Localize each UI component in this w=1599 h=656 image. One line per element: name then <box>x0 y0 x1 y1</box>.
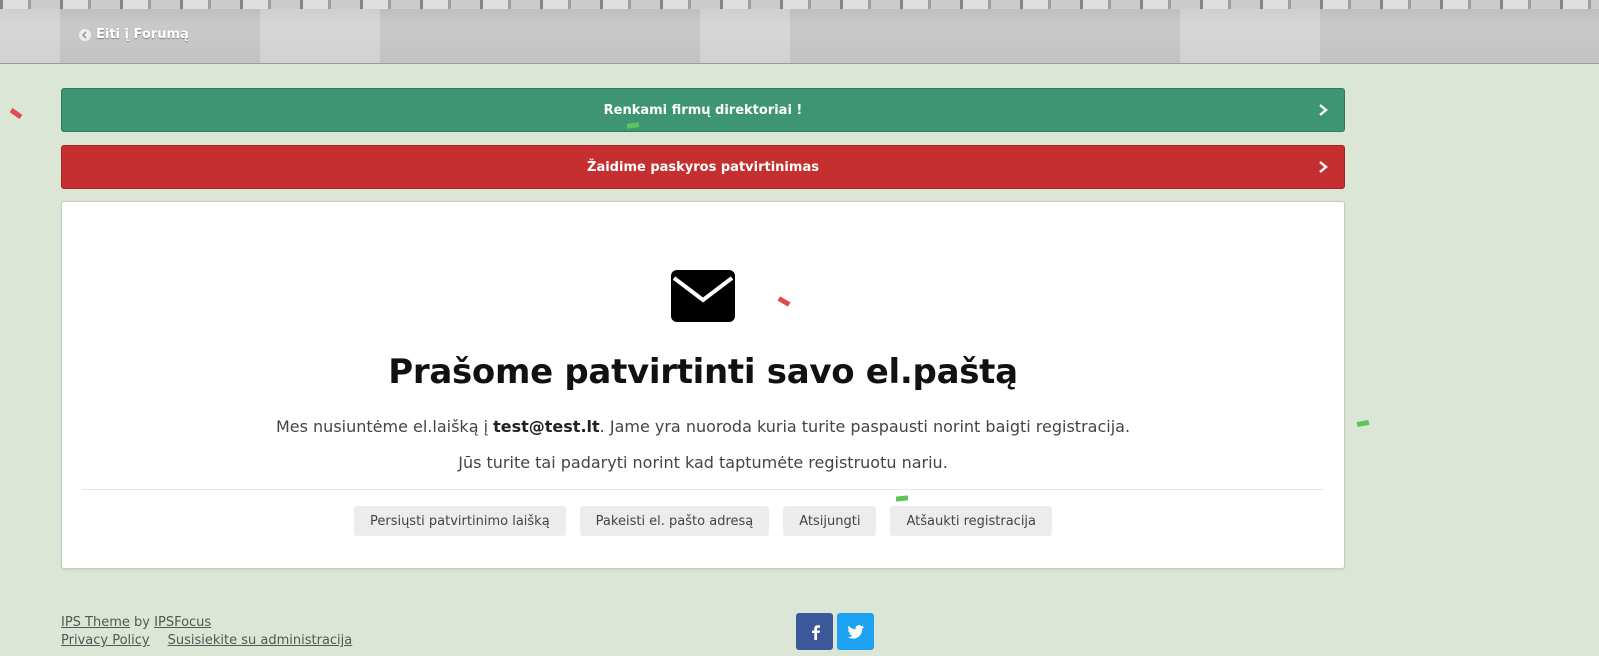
privacy-policy-link[interactable]: Privacy Policy <box>61 633 150 648</box>
announcement-banner-directors[interactable]: Renkami firmų direktoriai ! <box>61 88 1345 132</box>
action-buttons: Persiųsti patvirtinimo laišką Pakeisti e… <box>62 506 1344 536</box>
confirmation-message: Mes nusiuntėme el.laišką į test@test.lt.… <box>275 417 1131 436</box>
banner-label: Renkami firmų direktoriai ! <box>603 102 803 118</box>
header-decoration <box>0 0 1599 9</box>
twitter-icon <box>847 624 864 639</box>
cancel-registration-button[interactable]: Atšaukti registracija <box>890 506 1053 536</box>
divider <box>82 489 1324 490</box>
chevron-right-icon <box>1319 161 1328 173</box>
confetti-piece <box>9 108 23 119</box>
change-email-button[interactable]: Pakeisti el. pašto adresą <box>579 506 770 536</box>
back-link-label: Eiti į Forumą <box>96 27 189 42</box>
contact-admin-link[interactable]: Susisiekite su administracija <box>168 633 353 648</box>
facebook-icon <box>811 624 820 640</box>
footer-links: IPS Theme by IPSFocus Privacy Policy Sus… <box>61 615 352 648</box>
twitter-button[interactable] <box>837 613 874 650</box>
envelope-icon <box>671 270 735 322</box>
email-address: test@test.lt <box>493 417 600 436</box>
ips-theme-link[interactable]: IPS Theme <box>61 615 130 630</box>
email-confirmation-panel: Prašome patvirtinti savo el.paštą Mes nu… <box>61 201 1345 569</box>
back-to-forum-link[interactable]: Eiti į Forumą <box>79 27 189 42</box>
confirmation-note: Jūs turite tai padaryti norint kad taptu… <box>458 453 948 472</box>
page-title: Prašome patvirtinti savo el.paštą <box>388 352 1018 392</box>
site-header: Eiti į Forumą <box>0 0 1599 64</box>
confetti-piece <box>1356 419 1370 428</box>
arrow-left-circle-icon <box>79 28 91 41</box>
chevron-right-icon <box>1319 104 1328 116</box>
sign-out-button[interactable]: Atsijungti <box>783 506 877 536</box>
facebook-button[interactable] <box>796 613 833 650</box>
announcement-banner-verification[interactable]: Žaidime paskyros patvirtinimas <box>61 145 1345 189</box>
banner-label: Žaidime paskyros patvirtinimas <box>587 159 819 175</box>
resend-confirmation-button[interactable]: Persiųsti patvirtinimo laišką <box>353 506 566 536</box>
ipsfocus-link[interactable]: IPSFocus <box>154 615 211 630</box>
by-label: by <box>134 615 150 630</box>
